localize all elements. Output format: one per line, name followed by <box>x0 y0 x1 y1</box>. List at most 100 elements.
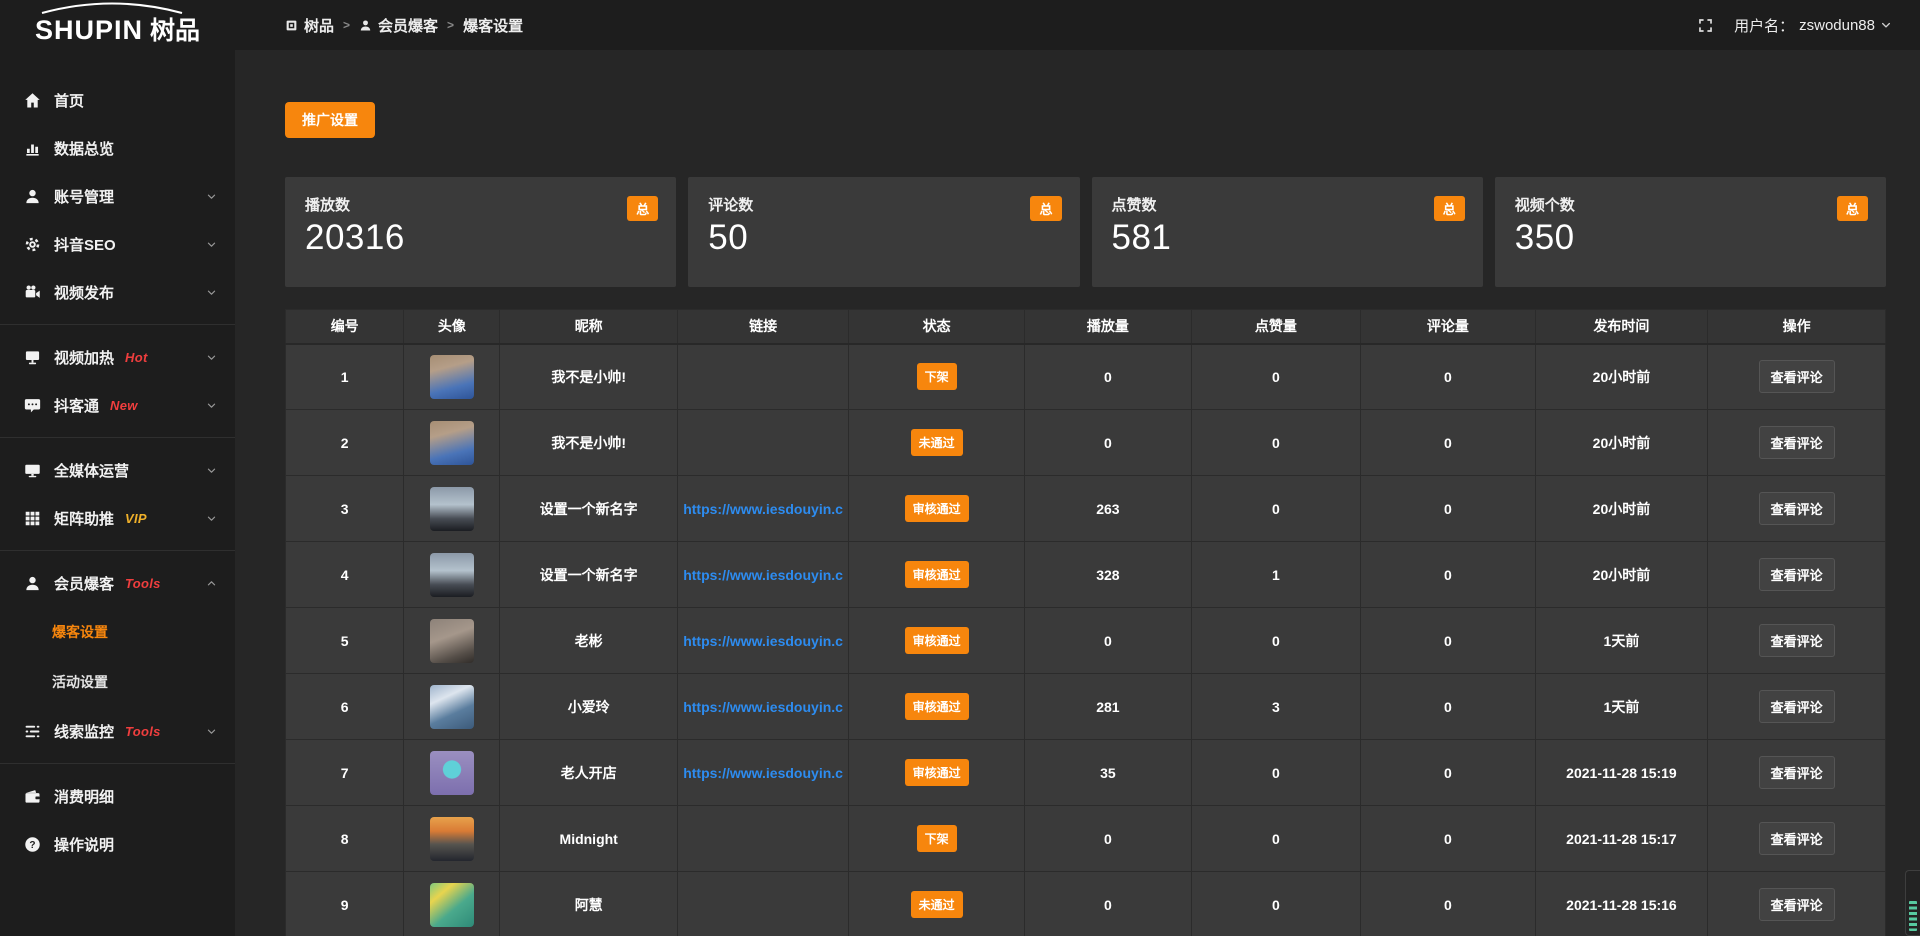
chevron-down-icon <box>206 239 217 250</box>
status-badge: 未通过 <box>911 429 963 456</box>
cell-comments: 0 <box>1361 344 1535 410</box>
cell-index: 5 <box>286 608 404 674</box>
logo-text-en: SHUPIN <box>35 15 143 45</box>
table-row: 3设置一个新名字https://www.iesdouyin.c审核通过26300… <box>286 476 1886 542</box>
sidebar-item-badge: New <box>110 398 138 413</box>
side-float-widget[interactable] <box>1905 870 1920 936</box>
chevron-down-icon <box>206 726 217 737</box>
column-header: 点赞量 <box>1191 310 1361 344</box>
chevron-down-icon <box>206 400 217 411</box>
table-row: 4设置一个新名字https://www.iesdouyin.c审核通过32810… <box>286 542 1886 608</box>
monitor-icon <box>24 462 41 479</box>
cell-plays: 0 <box>1025 806 1191 872</box>
stat-card: 视频个数350总 <box>1495 177 1886 287</box>
cell-status: 下架 <box>849 806 1025 872</box>
sidebar-item-home[interactable]: 首页 <box>0 76 235 124</box>
sidebar-item-video-heat[interactable]: 视频加热Hot <box>0 333 235 381</box>
user-menu[interactable]: 用户名：zswodun88 <box>1734 15 1892 36</box>
cell-index: 6 <box>286 674 404 740</box>
question-icon <box>24 836 41 853</box>
sidebar-subitem-baoke-settings[interactable]: 爆客设置 <box>0 607 235 657</box>
sidebar-item-consume-detail[interactable]: 消费明细 <box>0 772 235 820</box>
view-comments-button[interactable]: 查看评论 <box>1759 558 1835 591</box>
sidebar: 首页数据总览账号管理抖音SEO 视频发布视频加热Hot抖客通New 全媒体运营矩阵助… <box>0 50 235 936</box>
breadcrumb: 树品>会员爆客>爆客设置 <box>285 15 523 36</box>
sidebar-divider <box>0 550 235 551</box>
chevron-down-icon <box>206 352 217 363</box>
view-comments-button[interactable]: 查看评论 <box>1759 492 1835 525</box>
video-link[interactable]: https://www.iesdouyin.c <box>683 633 843 649</box>
cell-action: 查看评论 <box>1708 410 1886 476</box>
chevron-down-icon <box>206 191 217 202</box>
column-header: 操作 <box>1708 310 1886 344</box>
column-header: 昵称 <box>500 310 678 344</box>
cell-avatar <box>404 674 500 740</box>
cell-status: 下架 <box>849 344 1025 410</box>
view-comments-button[interactable]: 查看评论 <box>1759 756 1835 789</box>
stat-card-value: 581 <box>1112 218 1463 258</box>
sidebar-item-video-publish[interactable]: 视频发布 <box>0 268 235 316</box>
cell-index: 9 <box>286 872 404 936</box>
sidebar-item-label: 视频发布 <box>54 282 114 303</box>
status-badge: 下架 <box>917 363 957 390</box>
cell-likes: 0 <box>1191 872 1361 936</box>
cell-avatar <box>404 542 500 608</box>
sidebar-item-clue-monitor[interactable]: 线索监控Tools <box>0 707 235 755</box>
cell-avatar <box>404 344 500 410</box>
sidebar-item-douyin-seo[interactable]: 抖音SEO <box>0 220 235 268</box>
cell-likes: 3 <box>1191 674 1361 740</box>
video-link[interactable]: https://www.iesdouyin.c <box>683 765 843 781</box>
fullscreen-icon[interactable] <box>1697 17 1714 34</box>
chevron-down-icon <box>206 465 217 476</box>
sidebar-item-account-manage[interactable]: 账号管理 <box>0 172 235 220</box>
view-comments-button[interactable]: 查看评论 <box>1759 822 1835 855</box>
grid-icon <box>24 510 41 527</box>
username: zswodun88 <box>1799 17 1875 34</box>
table-body: 1我不是小帅!下架00020小时前查看评论2我不是小帅!未通过00020小时前查… <box>286 344 1886 936</box>
view-comments-button[interactable]: 查看评论 <box>1759 426 1835 459</box>
promo-settings-button[interactable]: 推广设置 <box>285 102 375 138</box>
status-badge: 下架 <box>917 825 957 852</box>
sidebar-item-member-baoke[interactable]: 会员爆客Tools <box>0 559 235 607</box>
wallet-icon <box>24 788 41 805</box>
cell-status: 审核通过 <box>849 542 1025 608</box>
video-link[interactable]: https://www.iesdouyin.c <box>683 567 843 583</box>
stat-card: 播放数20316总 <box>285 177 676 287</box>
view-comments-button[interactable]: 查看评论 <box>1759 360 1835 393</box>
home-icon <box>24 92 41 109</box>
status-badge: 未通过 <box>911 891 963 918</box>
sidebar-item-label: 抖音SEO <box>54 234 116 255</box>
sidebar-item-media-operation[interactable]: 全媒体运营 <box>0 446 235 494</box>
view-comments-button[interactable]: 查看评论 <box>1759 888 1835 921</box>
avatar <box>430 817 474 861</box>
status-badge: 审核通过 <box>905 627 969 654</box>
total-badge: 总 <box>627 196 658 221</box>
view-comments-button[interactable]: 查看评论 <box>1759 624 1835 657</box>
cell-link: https://www.iesdouyin.c <box>677 740 848 806</box>
chat-icon <box>24 397 41 414</box>
logo-arc <box>37 1 187 14</box>
cell-likes: 0 <box>1191 806 1361 872</box>
breadcrumb-item[interactable]: 会员爆客 <box>359 15 438 36</box>
sidebar-subitem-activity-settings[interactable]: 活动设置 <box>0 657 235 707</box>
table-row: 5老彬https://www.iesdouyin.c审核通过0001天前查看评论 <box>286 608 1886 674</box>
cell-likes: 0 <box>1191 476 1361 542</box>
video-link[interactable]: https://www.iesdouyin.c <box>683 501 843 517</box>
stat-card-label: 播放数 <box>305 194 656 215</box>
cell-action: 查看评论 <box>1708 740 1886 806</box>
sidebar-item-data-overview[interactable]: 数据总览 <box>0 124 235 172</box>
cell-nickname: 老人开店 <box>500 740 678 806</box>
view-comments-button[interactable]: 查看评论 <box>1759 690 1835 723</box>
cell-avatar <box>404 806 500 872</box>
cell-comments: 0 <box>1361 674 1535 740</box>
sidebar-item-operation-guide[interactable]: 操作说明 <box>0 820 235 868</box>
sidebar-item-douketong[interactable]: 抖客通New <box>0 381 235 429</box>
sidebar-item-matrix-boost[interactable]: 矩阵助推VIP <box>0 494 235 542</box>
cell-nickname: 老彬 <box>500 608 678 674</box>
sidebar-item-badge: Tools <box>125 724 161 739</box>
breadcrumb-item[interactable]: 树品 <box>285 15 334 36</box>
sidebar-item-label: 消费明细 <box>54 786 114 807</box>
app-logo: SHUPIN树品 <box>0 0 235 50</box>
breadcrumb-item: 爆客设置 <box>463 15 523 36</box>
video-link[interactable]: https://www.iesdouyin.c <box>683 699 843 715</box>
